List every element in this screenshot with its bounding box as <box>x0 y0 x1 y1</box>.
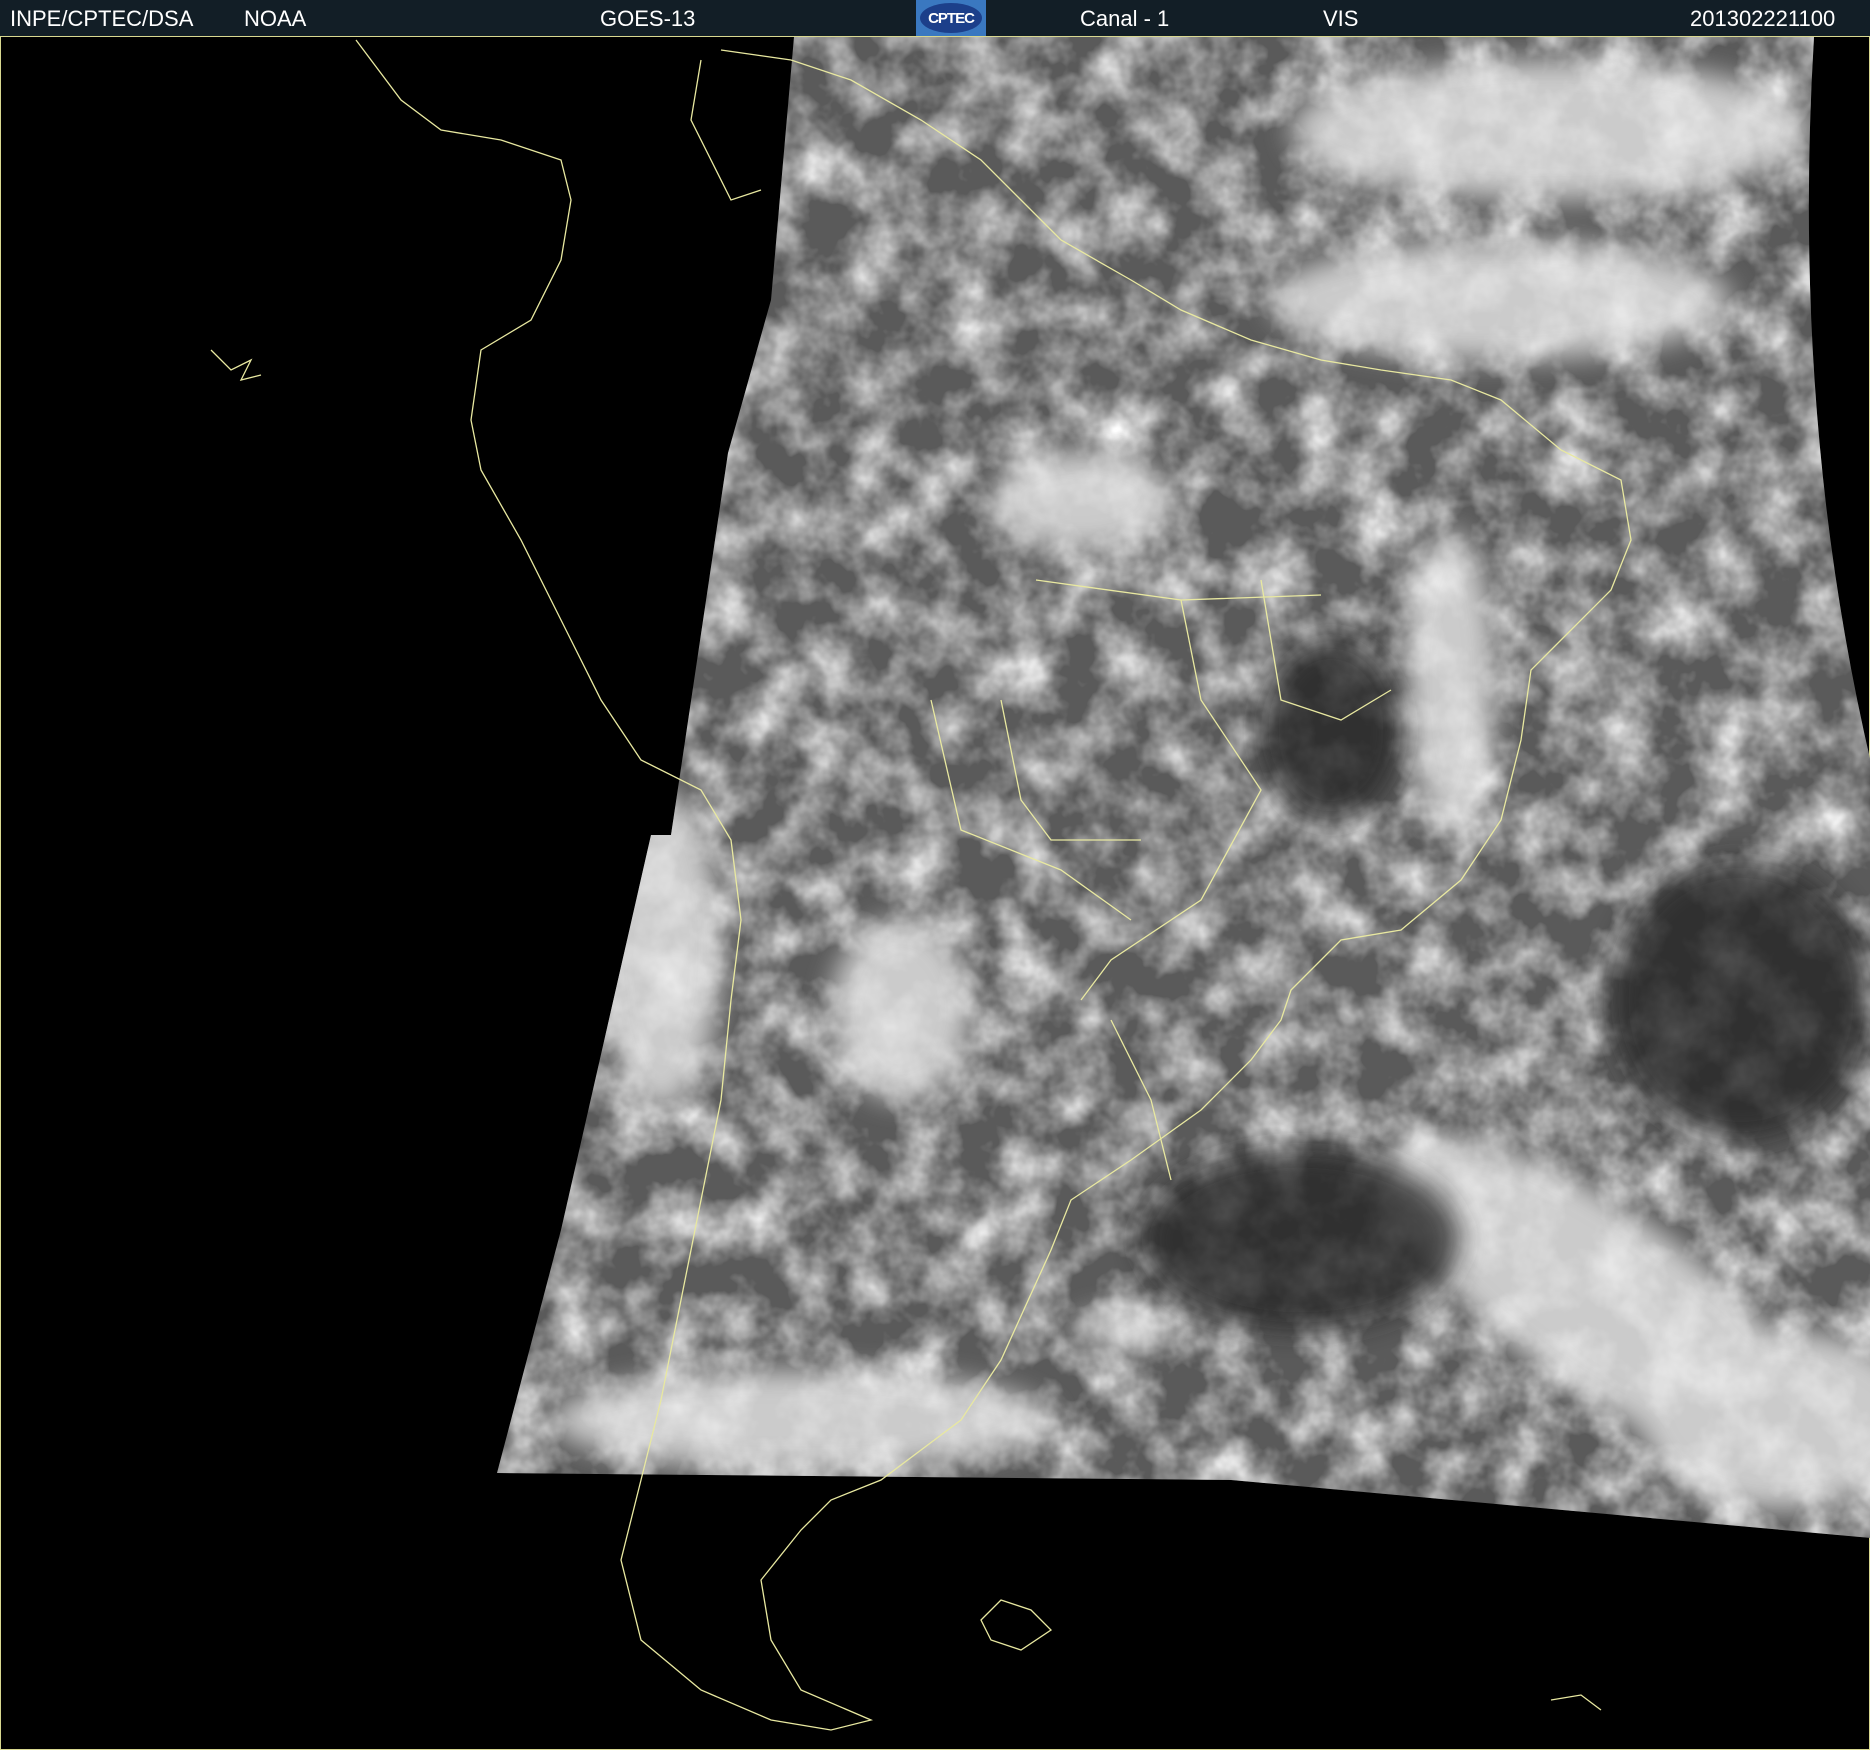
satellite-label: GOES-13 <box>600 6 696 31</box>
channel-label: Canal - 1 <box>1080 6 1170 31</box>
band-label: VIS <box>1323 6 1359 31</box>
cloud-imagery <box>497 37 1870 1538</box>
satellite-image <box>0 37 1870 1750</box>
image-header: INPE/CPTEC/DSA NOAA GOES-13 CPTEC Canal … <box>0 0 1870 37</box>
datetime-label: 201302221100 <box>1690 6 1836 31</box>
satellite-imagery-svg <box>210 37 1870 1731</box>
cptec-logo: CPTEC <box>916 0 986 36</box>
institution-label: INPE/CPTEC/DSA <box>10 6 194 31</box>
agency-label: NOAA <box>244 6 307 31</box>
